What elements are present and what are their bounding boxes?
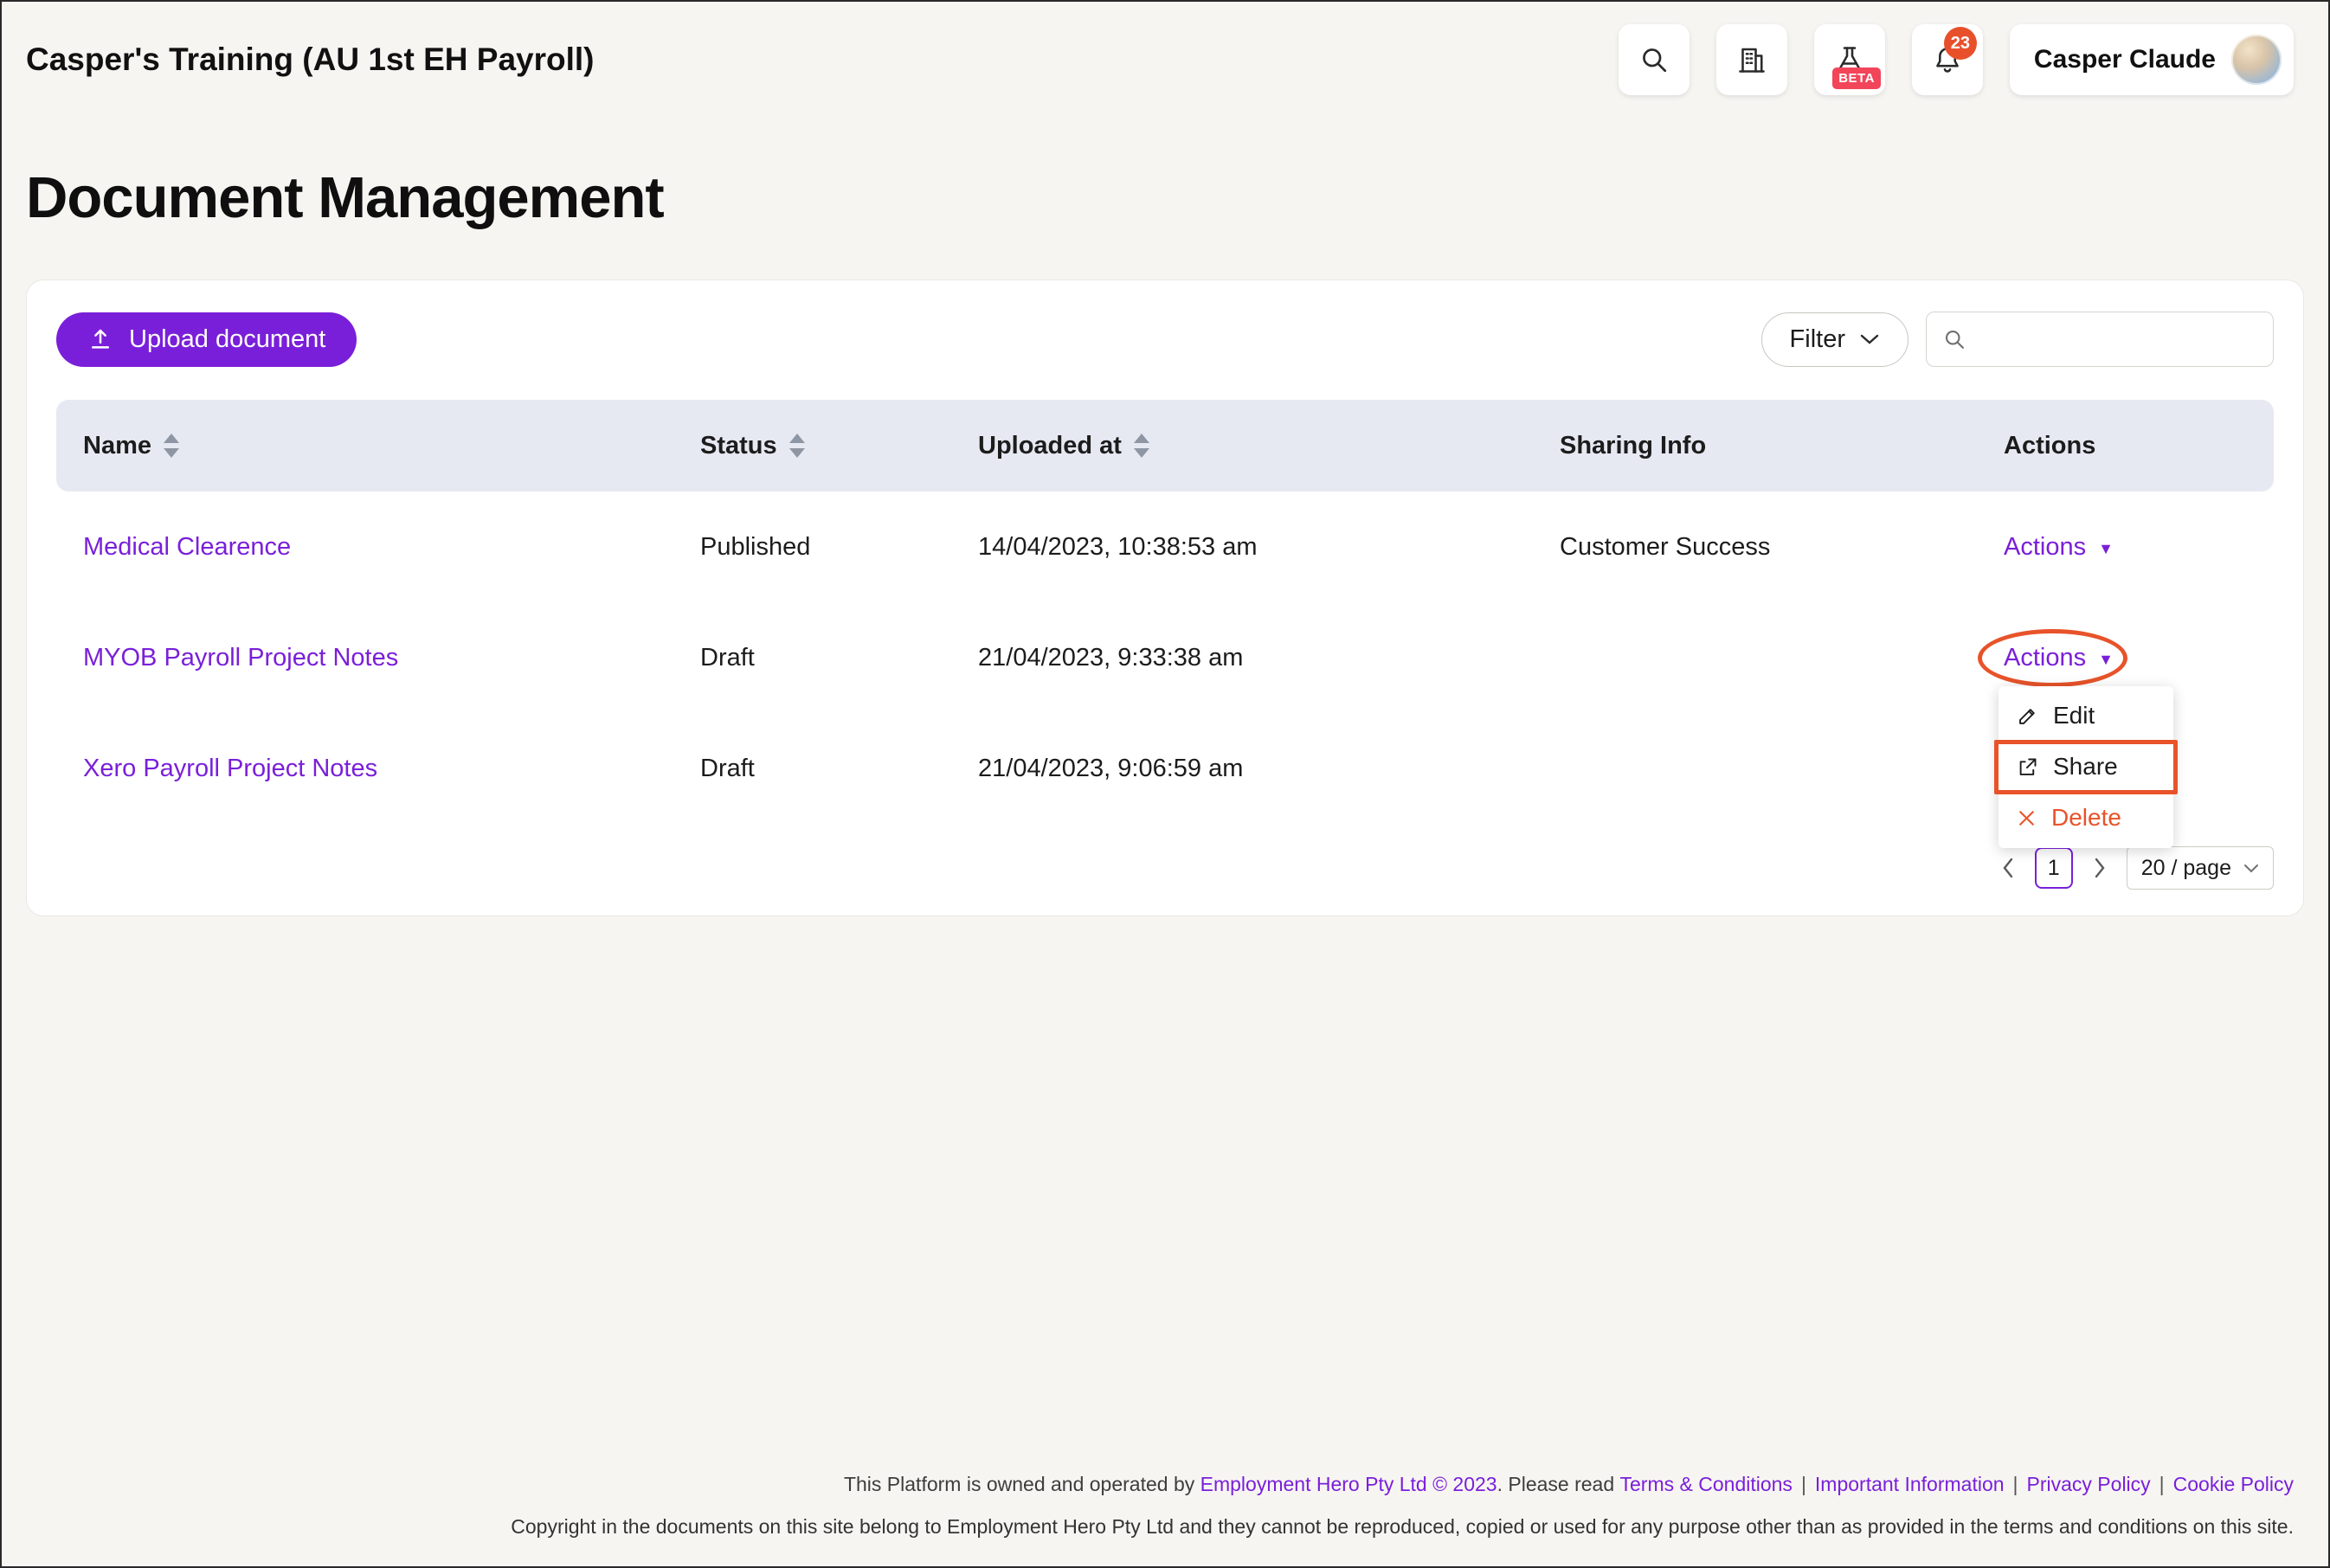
document-name-link[interactable]: Medical Clearence [83, 533, 291, 561]
top-header: Casper's Training (AU 1st EH Payroll) BE [2, 2, 2328, 95]
search-button[interactable] [1619, 24, 1690, 95]
footer-link-cookie[interactable]: Cookie Policy [2173, 1473, 2294, 1495]
row-actions-wrap: Actions ▼ Edit [2004, 644, 2114, 672]
table-search-input[interactable] [1977, 325, 2257, 354]
document-status: Draft [700, 644, 978, 672]
menu-item-share[interactable]: Share [1999, 742, 2173, 793]
footer-link-privacy[interactable]: Privacy Policy [2027, 1473, 2151, 1495]
upload-document-label: Upload document [129, 325, 325, 354]
row-actions-button[interactable]: Actions ▼ [2004, 533, 2114, 562]
chevron-down-icon [1859, 333, 1880, 345]
app-root: Casper's Training (AU 1st EH Payroll) BE [0, 0, 2330, 1568]
footer-text: This Platform is owned and operated by [844, 1473, 1200, 1495]
document-status: Published [700, 533, 978, 562]
document-status: Draft [700, 755, 978, 783]
footer-separator: | [1801, 1473, 1806, 1495]
footer-link-important-information[interactable]: Important Information [1815, 1473, 2005, 1495]
row-actions-button[interactable]: Actions ▼ [2004, 644, 2114, 672]
table-row: Medical Clearence Published 14/04/2023, … [56, 492, 2274, 602]
footer-link-employment-hero[interactable]: Employment Hero Pty Ltd © 2023 [1200, 1473, 1497, 1495]
pagination: 1 20 / page [56, 846, 2274, 890]
document-name-link[interactable]: Xero Payroll Project Notes [83, 755, 377, 782]
column-header-uploaded-at[interactable]: Uploaded at [978, 432, 1560, 460]
upload-document-button[interactable]: Upload document [56, 312, 357, 367]
share-icon [2016, 755, 2039, 779]
previous-page-button[interactable] [1997, 853, 2019, 883]
footer-separator: | [2159, 1473, 2165, 1495]
footer-line1: This Platform is owned and operated by E… [2, 1473, 2294, 1496]
footer-text: . Please read [1497, 1473, 1620, 1495]
document-name-link[interactable]: MYOB Payroll Project Notes [83, 644, 398, 672]
user-name: Casper Claude [2034, 45, 2216, 74]
x-icon [2016, 807, 2037, 829]
page-title: Document Management [26, 164, 2328, 231]
user-menu-button[interactable]: Casper Claude [2010, 24, 2294, 95]
organisation-switcher-button[interactable] [1716, 24, 1787, 95]
column-header-status[interactable]: Status [700, 432, 978, 460]
column-header-name[interactable]: Name [56, 432, 700, 460]
footer-link-terms[interactable]: Terms & Conditions [1620, 1473, 1793, 1495]
sort-icon[interactable] [789, 434, 805, 458]
documents-card: Upload document Filter Name [26, 280, 2304, 916]
table-row: Xero Payroll Project Notes Draft 21/04/2… [56, 713, 2274, 824]
site-footer: This Platform is owned and operated by E… [2, 1473, 2294, 1539]
filter-button[interactable]: Filter [1761, 312, 1908, 367]
chevron-right-icon [2092, 857, 2108, 879]
actions-dropdown-menu: Edit Share [1999, 686, 2173, 848]
document-uploaded-at: 14/04/2023, 10:38:53 am [978, 533, 1560, 562]
column-header-actions: Actions [2004, 432, 2274, 460]
sort-icon[interactable] [1134, 434, 1149, 458]
footer-copyright: Copyright in the documents on this site … [2, 1515, 2294, 1539]
next-page-button[interactable] [2089, 853, 2111, 883]
footer-separator: | [2013, 1473, 2018, 1495]
organisation-title: Casper's Training (AU 1st EH Payroll) [26, 42, 594, 78]
chevron-left-icon [2000, 857, 2016, 879]
toolbar-right: Filter [1761, 312, 2274, 367]
column-header-sharing-info: Sharing Info [1560, 432, 2004, 460]
document-uploaded-at: 21/04/2023, 9:33:38 am [978, 644, 1560, 672]
beta-badge: BETA [1832, 67, 1881, 89]
menu-item-edit[interactable]: Edit [1999, 691, 2173, 742]
caret-down-icon: ▼ [2098, 541, 2114, 556]
menu-item-delete[interactable]: Delete [1999, 793, 2173, 844]
user-avatar [2231, 35, 2282, 85]
caret-down-icon: ▼ [2098, 652, 2114, 667]
document-uploaded-at: 21/04/2023, 9:06:59 am [978, 755, 1560, 783]
sort-icon[interactable] [164, 434, 179, 458]
table-row: MYOB Payroll Project Notes Draft 21/04/2… [56, 602, 2274, 713]
table-header-row: Name Status Uploaded at Sharing Info Act… [56, 400, 2274, 492]
header-actions: BETA 23 Casper Claude [1619, 24, 2294, 95]
pencil-icon [2016, 704, 2039, 728]
documents-toolbar: Upload document Filter [56, 312, 2274, 367]
page-size-select[interactable]: 20 / page [2127, 846, 2274, 890]
document-sharing-info: Customer Success [1560, 533, 2004, 562]
chevron-down-icon [2243, 864, 2259, 873]
notification-count-badge: 23 [1944, 27, 1977, 60]
labs-button[interactable]: BETA [1814, 24, 1885, 95]
page-number-button[interactable]: 1 [2035, 847, 2073, 889]
search-icon [1942, 327, 1966, 351]
search-icon [1638, 44, 1670, 75]
upload-icon [87, 326, 113, 352]
notifications-button[interactable]: 23 [1912, 24, 1983, 95]
filter-label: Filter [1790, 325, 1845, 354]
table-search[interactable] [1926, 312, 2274, 367]
building-icon [1736, 44, 1767, 75]
